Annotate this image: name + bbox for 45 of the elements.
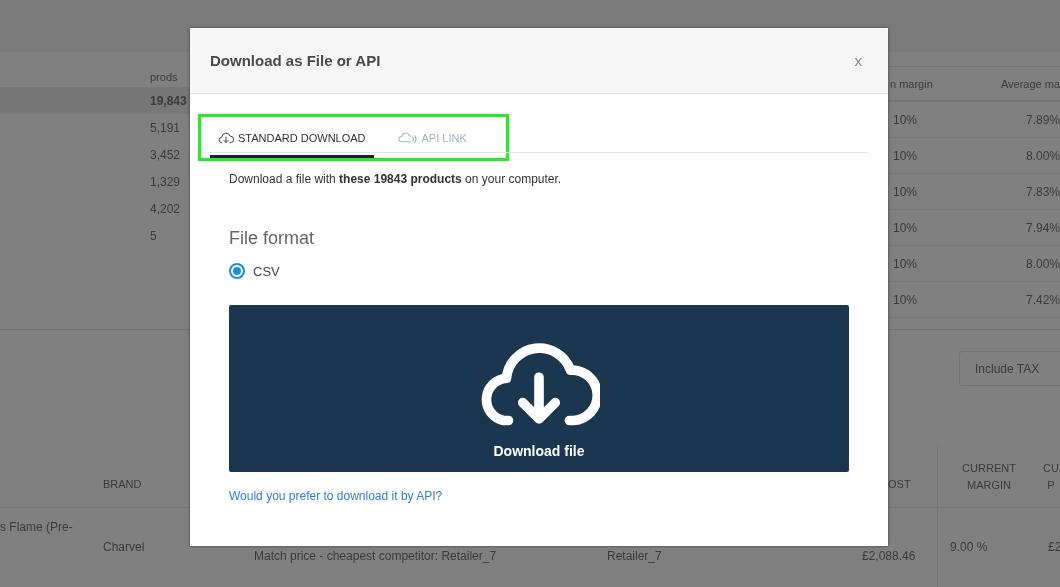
column-header: CU P (1043, 460, 1059, 493)
table-cell: Retailer_7 (607, 549, 662, 563)
table-cell: 19,843 (0, 87, 190, 114)
section-title: File format (229, 228, 316, 249)
table-cell: 10% (893, 256, 918, 271)
table-cell: s Flame (Pre- (0, 520, 73, 534)
close-button[interactable]: x (848, 52, 868, 69)
cloud-signal-icon (397, 131, 418, 144)
table-cell: 7.94% (1025, 220, 1060, 235)
table-cell: 10% (893, 292, 918, 307)
dialog-title: Download as File or API (210, 52, 381, 69)
table-cell: 8.00% (1025, 148, 1060, 163)
format-radio[interactable]: CSV (229, 263, 849, 279)
table-cell: 7.42% (1025, 292, 1060, 307)
table-cell: Charvel (103, 540, 145, 554)
table-cell-text: 5 (149, 227, 158, 245)
table-cell-text: 3,452 (149, 146, 182, 164)
tab[interactable]: STANDARD DOWNLOAD (210, 120, 374, 158)
table-cell: 8.00% (1025, 256, 1060, 271)
include-tax-button[interactable]: Include TAX (959, 351, 1060, 386)
table-cell: £2 (1048, 540, 1060, 554)
radio-icon[interactable] (229, 263, 245, 279)
download-file-button[interactable]: Download file (229, 305, 849, 472)
cloud-download-icon (218, 131, 234, 144)
table-cell-text: 4,202 (149, 200, 182, 218)
table-cell-text: 5,191 (149, 119, 182, 137)
table-cell: 10% (893, 184, 918, 199)
table-cell: 10% (893, 220, 918, 235)
table-cell: 10% (893, 112, 918, 127)
table-cell: 7.89% (1025, 112, 1060, 127)
description-text: Download a file with these 19843 products on your computer. (229, 172, 563, 186)
tab[interactable]: API LINK (389, 120, 475, 158)
api-link[interactable]: Would you prefer to download it by API? (229, 489, 443, 503)
column-header: Average ma (1000, 77, 1060, 90)
column-header: BRAND (103, 477, 142, 492)
table-cell: 10% (893, 148, 918, 163)
table-cell: 7.83% (1025, 184, 1060, 199)
table-cell: £2,088.46 (862, 549, 916, 563)
column-header: CURRENT MARGIN (961, 460, 1017, 493)
table-cell-text: 1,329 (149, 173, 182, 191)
table-cell: Match price - cheapest competitor: Retailer_7 (254, 549, 497, 563)
column-header: OST (888, 477, 911, 492)
column-header: prods (149, 69, 179, 85)
table-cell: 9.00 % (950, 540, 988, 554)
column-header: n margin (890, 77, 933, 90)
